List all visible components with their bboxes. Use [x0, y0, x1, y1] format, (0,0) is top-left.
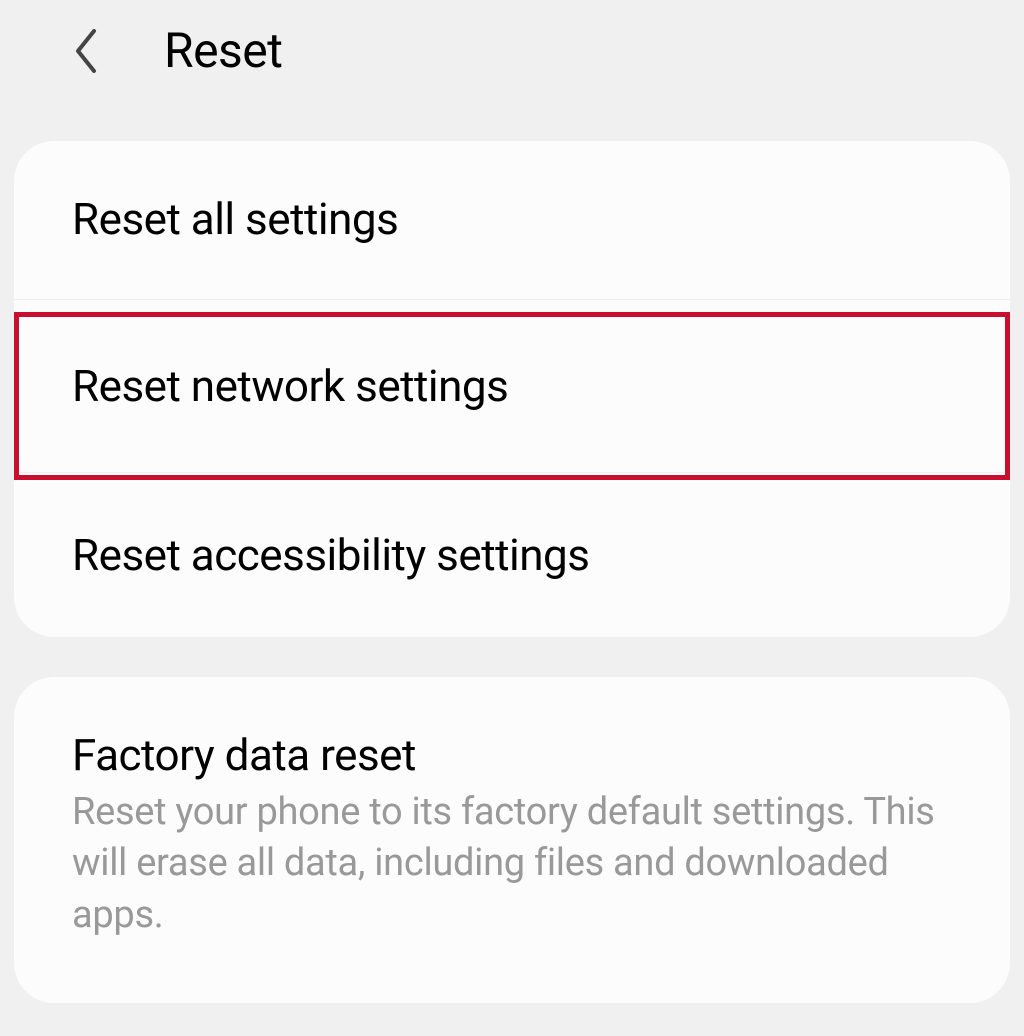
reset-accessibility-settings[interactable]: Reset accessibility settings — [14, 473, 1010, 637]
page-title: Reset — [164, 22, 282, 79]
list-item-label: Reset all settings — [72, 193, 952, 245]
factory-reset-card: Factory data reset Reset your phone to i… — [14, 677, 1010, 1003]
reset-all-settings[interactable]: Reset all settings — [14, 141, 1010, 300]
reset-network-settings[interactable]: Reset network settings — [14, 300, 1010, 473]
header: Reset — [0, 0, 1024, 101]
back-icon[interactable] — [70, 25, 102, 77]
factory-data-reset[interactable]: Factory data reset Reset your phone to i… — [14, 677, 1010, 1003]
factory-reset-description: Reset your phone to its factory default … — [72, 787, 952, 941]
list-item-label: Reset network settings — [72, 360, 952, 412]
reset-options-card: Reset all settings Reset network setting… — [14, 141, 1010, 637]
list-item-label: Reset accessibility settings — [72, 529, 952, 581]
factory-reset-label: Factory data reset — [72, 729, 952, 781]
